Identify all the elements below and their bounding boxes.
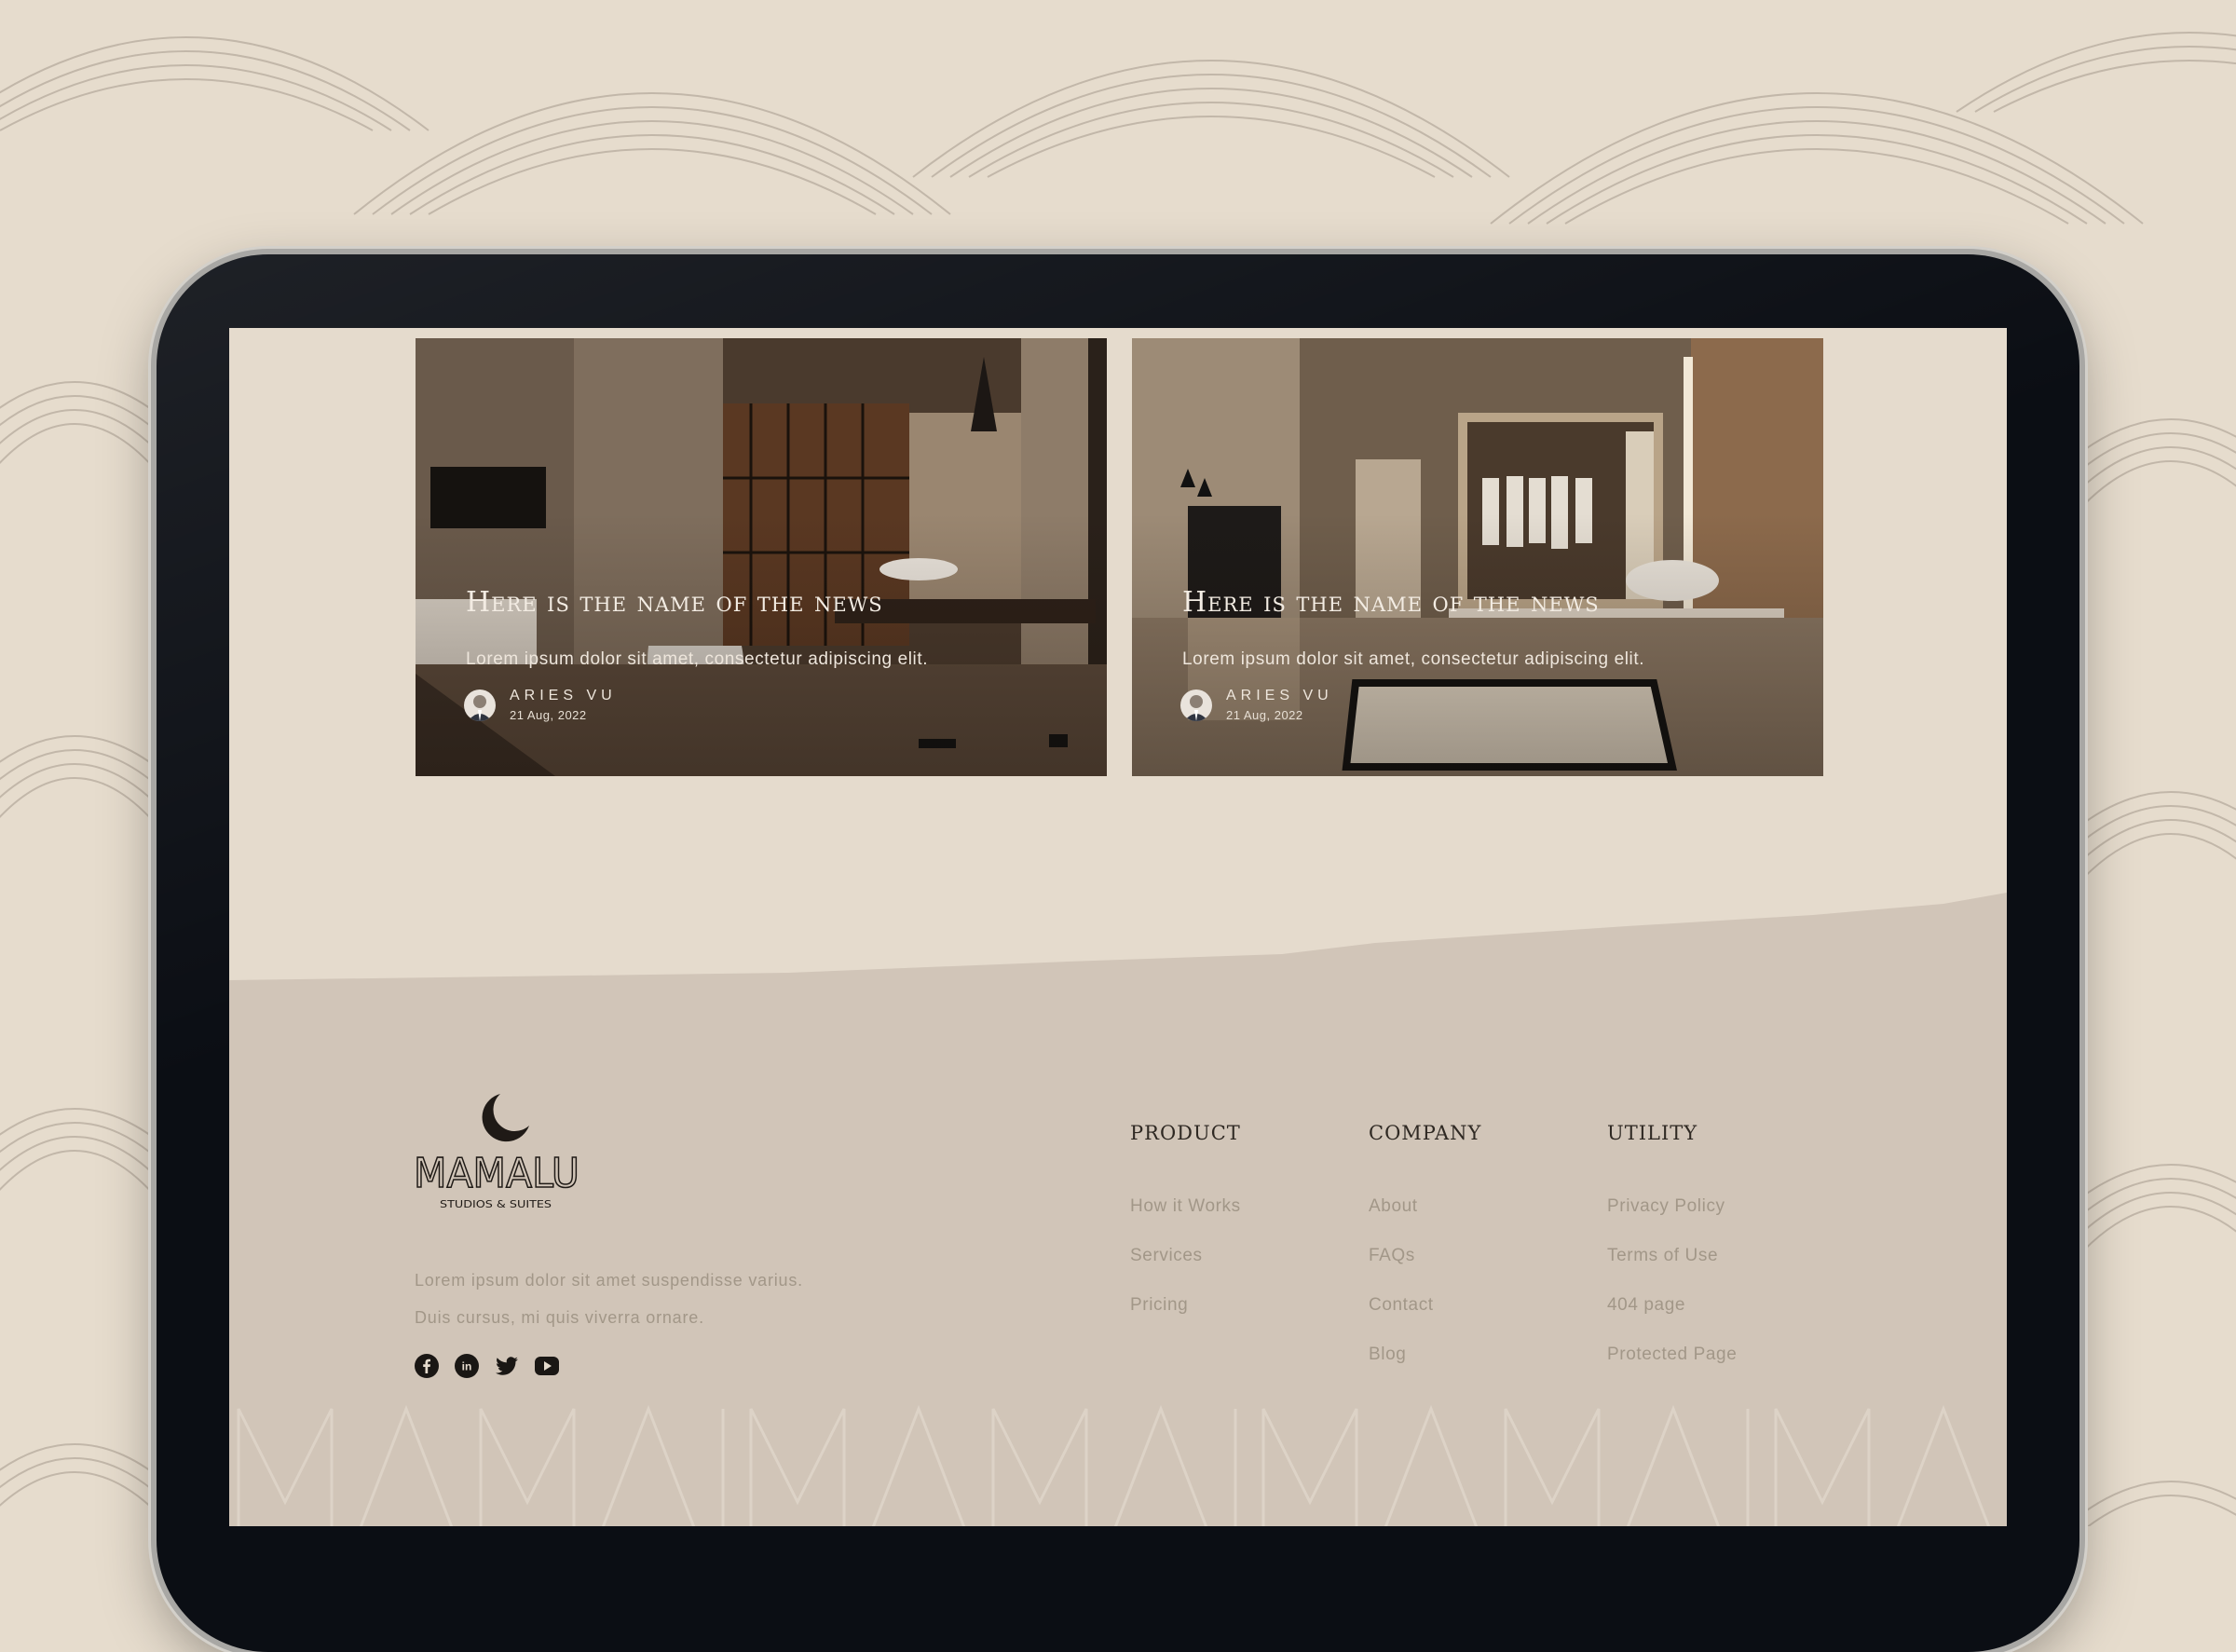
svg-text:in: in	[462, 1360, 472, 1373]
news-excerpt: Lorem ipsum dolor sit amet, consectetur …	[466, 649, 929, 669]
footer-link-services[interactable]: Services	[1130, 1246, 1203, 1266]
news-title[interactable]: Here is the name of the news	[466, 586, 883, 619]
post-date: 21 Aug, 2022	[1226, 708, 1303, 722]
post-date: 21 Aug, 2022	[510, 708, 587, 722]
footer-about-line1: Lorem ipsum dolor sit amet suspendisse v…	[415, 1271, 803, 1290]
twitter-icon[interactable]	[495, 1354, 519, 1378]
youtube-icon[interactable]	[535, 1357, 559, 1375]
author-name: ARIES VU	[510, 688, 617, 703]
author-avatar	[464, 689, 496, 721]
news-excerpt: Lorem ipsum dolor sit amet, consectetur …	[1182, 649, 1645, 669]
footer-about-line2: Duis cursus, mi quis viverra ornare.	[415, 1308, 704, 1327]
author-name: ARIES VU	[1226, 688, 1333, 703]
website-screen: Here is the name of the news Lorem ipsum…	[229, 328, 2007, 1526]
footer-link-blog[interactable]: Blog	[1369, 1345, 1406, 1365]
footer-link-404-page[interactable]: 404 page	[1607, 1295, 1685, 1316]
logo-subtitle: STUDIOS & SUITES	[440, 1198, 552, 1210]
footer-link-terms-of-use[interactable]: Terms of Use	[1607, 1246, 1718, 1266]
news-card[interactable]: Here is the name of the news Lorem ipsum…	[1132, 338, 1823, 776]
footer-link-how-it-works[interactable]: How it Works	[1130, 1196, 1241, 1217]
footer-link-contact[interactable]: Contact	[1369, 1295, 1434, 1316]
footer-heading-utility: UTILITY	[1607, 1122, 1698, 1144]
footer-link-faqs[interactable]: FAQs	[1369, 1246, 1415, 1266]
news-title[interactable]: Here is the name of the news	[1182, 586, 1600, 619]
mamalu-logo[interactable]: MAMALU STUDIOS & SUITES	[414, 1094, 581, 1215]
logo-wordmark: MAMALU	[414, 1150, 579, 1197]
author-avatar	[1180, 689, 1212, 721]
footer-heading-product: PRODUCT	[1130, 1122, 1241, 1144]
facebook-icon[interactable]	[415, 1354, 439, 1378]
footer-link-privacy-policy[interactable]: Privacy Policy	[1607, 1196, 1725, 1217]
news-card[interactable]: Here is the name of the news Lorem ipsum…	[416, 338, 1107, 776]
footer-link-about[interactable]: About	[1369, 1196, 1418, 1217]
footer-heading-company: COMPANY	[1369, 1122, 1482, 1144]
footer-link-protected-page[interactable]: Protected Page	[1607, 1345, 1737, 1365]
footer-link-pricing[interactable]: Pricing	[1130, 1295, 1188, 1316]
linkedin-icon[interactable]: in	[455, 1354, 479, 1378]
footer-wordmark-pattern	[237, 1404, 1991, 1526]
